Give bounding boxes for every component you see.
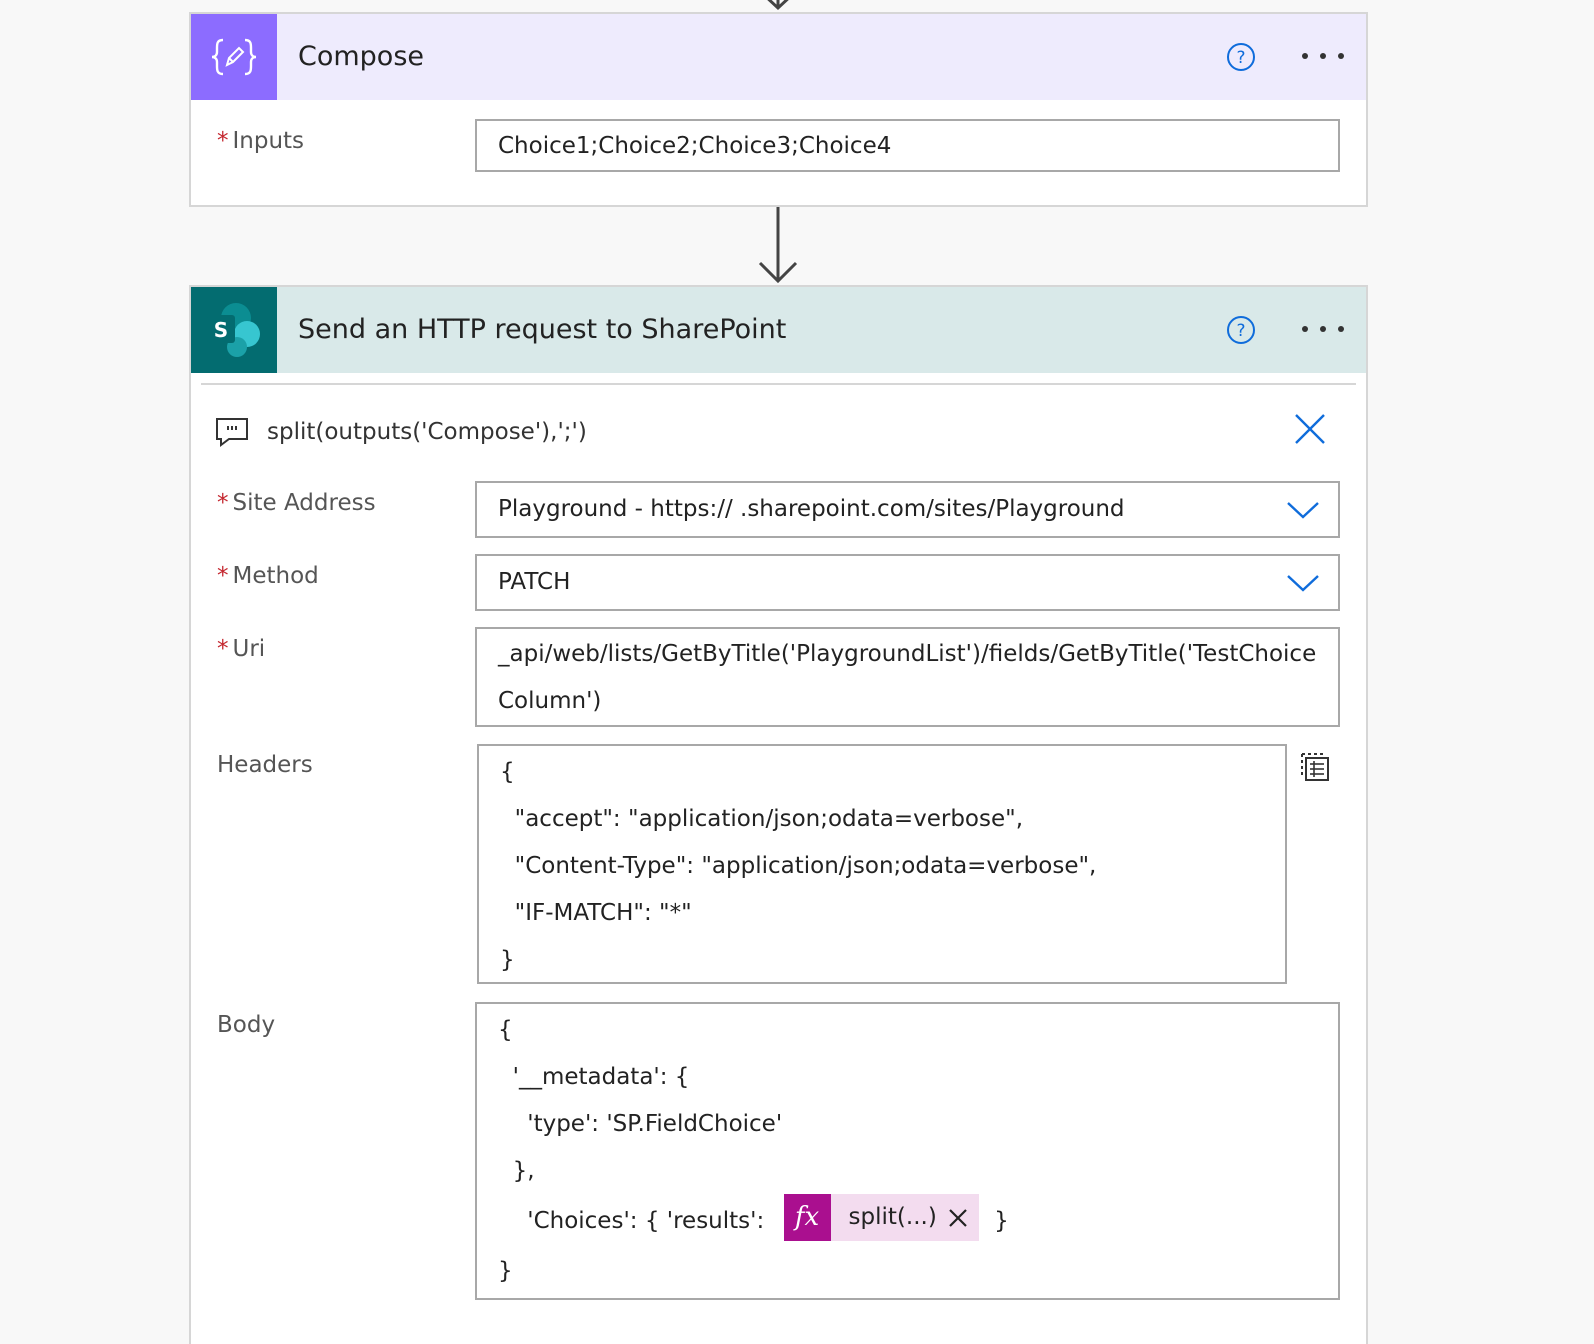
required-marker: * xyxy=(217,128,229,154)
fx-icon: fx xyxy=(783,1194,831,1241)
sharepoint-more-options-icon[interactable] xyxy=(1299,317,1347,341)
body-choices-text: 'Choices': { 'results': xyxy=(498,1208,772,1234)
inputs-field[interactable]: Choice1;Choice2;Choice3;Choice4 xyxy=(475,119,1340,172)
compose-title: Compose xyxy=(298,41,425,72)
sharepoint-card-header[interactable]: S Send an HTTP request to SharePoint ? xyxy=(191,287,1366,373)
chevron-down-icon[interactable] xyxy=(1286,499,1320,521)
uri-label-text: Uri xyxy=(232,636,266,662)
headers-line: "IF-MATCH": "*" xyxy=(500,900,692,926)
headers-line: "Content-Type": "application/json;odata=… xyxy=(500,853,1097,879)
compose-more-options-icon[interactable] xyxy=(1299,44,1347,68)
headers-editor[interactable]: { "accept": "application/json;odata=verb… xyxy=(477,744,1287,984)
expression-token[interactable]: fx split(...) xyxy=(783,1194,979,1241)
compose-action-card[interactable]: Compose ? * Inputs Choice1;Choice2;Choice… xyxy=(189,12,1368,207)
close-comment-icon[interactable] xyxy=(1293,412,1327,446)
connector-arrow-icon xyxy=(758,207,798,284)
site-address-label: * Site Address xyxy=(217,490,376,516)
sharepoint-icon-box: S xyxy=(191,287,277,373)
required-marker: * xyxy=(217,490,229,516)
body-line: '__metadata': { xyxy=(498,1064,690,1090)
body-editor[interactable]: { '__metadata': { 'type': 'SP.FieldChoic… xyxy=(475,1002,1340,1300)
site-address-dropdown[interactable]: Playground - https:// .sharepoint.com/si… xyxy=(475,481,1340,538)
uri-input[interactable]: _api/web/lists/GetByTitle('PlaygroundLis… xyxy=(475,627,1340,727)
chevron-down-icon[interactable] xyxy=(1286,572,1320,594)
body-line: } xyxy=(498,1258,513,1284)
headers-line: "accept": "application/json;odata=verbos… xyxy=(500,806,1024,832)
method-label: * Method xyxy=(217,563,319,589)
sharepoint-icon: S xyxy=(207,303,260,357)
body-line: 'type': 'SP.FieldChoice' xyxy=(498,1111,783,1137)
required-marker: * xyxy=(217,563,229,589)
headers-label: Headers xyxy=(217,752,313,778)
sharepoint-http-action-card[interactable]: S Send an HTTP request to SharePoint ? s… xyxy=(189,285,1368,1344)
svg-text:?: ? xyxy=(1236,321,1245,341)
body-line-choices: 'Choices': { 'results': fx split(...) } xyxy=(498,1194,1338,1248)
site-address-value: Playground - https:// .sharepoint.com/si… xyxy=(498,496,1125,522)
connector-arrow-icon xyxy=(767,0,789,11)
compose-braces-icon xyxy=(211,38,257,76)
compose-icon-box xyxy=(191,14,277,100)
body-label: Body xyxy=(217,1012,276,1038)
sharepoint-title: Send an HTTP request to SharePoint xyxy=(298,314,787,345)
headers-line: { xyxy=(500,759,515,785)
body-choices-suffix: } xyxy=(986,1208,1009,1234)
method-value: PATCH xyxy=(498,569,571,595)
comment-icon xyxy=(216,418,248,447)
headers-line: } xyxy=(500,947,515,973)
required-marker: * xyxy=(217,636,229,662)
switch-to-text-mode-icon[interactable] xyxy=(1299,751,1333,785)
compose-help-icon[interactable]: ? xyxy=(1226,42,1256,72)
body-line: { xyxy=(498,1017,513,1043)
method-label-text: Method xyxy=(232,563,319,589)
header-divider xyxy=(201,383,1356,385)
inputs-label-text: Inputs xyxy=(232,128,305,154)
action-comment[interactable]: split(outputs('Compose'),';') xyxy=(215,412,587,452)
body-line: }, xyxy=(498,1158,535,1184)
remove-token-icon[interactable] xyxy=(947,1207,969,1229)
comment-text: split(outputs('Compose'),';') xyxy=(267,419,587,445)
svg-text:S: S xyxy=(214,318,228,342)
flow-canvas: Compose ? * Inputs Choice1;Choice2;Choice… xyxy=(0,0,1594,1344)
expression-token-text: split(...) xyxy=(848,1204,937,1230)
sharepoint-help-icon[interactable]: ? xyxy=(1226,315,1256,345)
method-dropdown[interactable]: PATCH xyxy=(475,554,1340,611)
site-address-label-text: Site Address xyxy=(232,490,376,516)
inputs-label: * Inputs xyxy=(217,128,304,154)
uri-label: * Uri xyxy=(217,636,265,662)
svg-text:?: ? xyxy=(1236,48,1245,68)
compose-card-header[interactable]: Compose ? xyxy=(191,14,1366,100)
